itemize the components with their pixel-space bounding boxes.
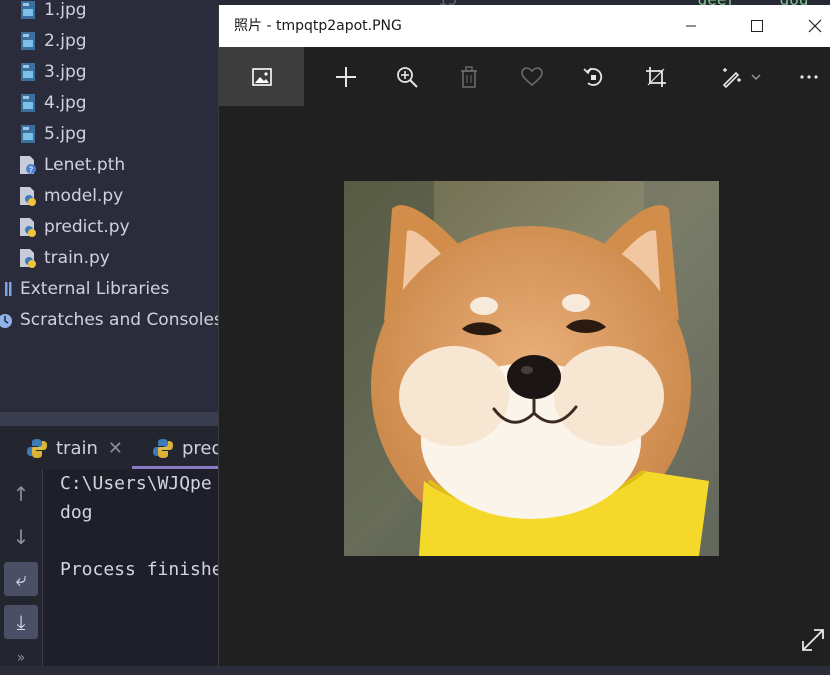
project-tree: 1.jpg 2.jpg 3.jpg 4.jpg 5.jpg ? Lenet.pt… <box>0 0 223 412</box>
fullscreen-button[interactable] <box>800 627 826 653</box>
tree-item-external-libraries[interactable]: External Libraries <box>0 275 169 303</box>
title-bar[interactable]: 照片 - tmpqtp2apot.PNG <box>219 5 830 47</box>
minimize-button[interactable] <box>663 5 719 47</box>
down-arrow-icon[interactable]: ↓ <box>4 520 38 554</box>
tree-item-scratches[interactable]: Scratches and Consoles <box>0 306 223 334</box>
scratches-icon <box>0 309 14 331</box>
tab-label: pred <box>182 437 223 459</box>
python-file-icon <box>18 185 38 207</box>
console-toolbar: ↑ ↓ ⤶ ⤓ » <box>0 469 43 666</box>
console-line: C:\Users\WJQpe <box>60 473 212 494</box>
crop-icon <box>646 66 666 87</box>
tree-item-label: 3.jpg <box>44 62 87 82</box>
tab-train[interactable]: train ✕ <box>26 426 123 470</box>
console-line: Process finishe <box>60 559 223 580</box>
rotate-button[interactable] <box>568 47 620 106</box>
tree-item-5-jpg[interactable]: 5.jpg <box>18 120 87 148</box>
image-file-icon <box>18 61 38 83</box>
tree-item-3-jpg[interactable]: 3.jpg <box>18 58 87 86</box>
chevron-down-icon <box>751 74 761 80</box>
console-line: dog <box>60 502 93 523</box>
maximize-button[interactable] <box>729 5 785 47</box>
edit-icon <box>722 67 741 88</box>
dog-photo <box>344 181 719 556</box>
image-file-icon <box>18 0 38 21</box>
plus-icon <box>336 66 356 87</box>
panel-divider[interactable] <box>0 412 218 425</box>
tree-item-label: 4.jpg <box>44 93 87 113</box>
tree-item-label: External Libraries <box>20 279 170 299</box>
heart-icon <box>521 66 543 86</box>
scroll-to-end-icon[interactable]: ⤓ <box>4 605 38 639</box>
tab-predict[interactable]: pred <box>152 426 223 470</box>
favorite-button[interactable] <box>506 47 558 106</box>
image-file-icon <box>18 92 38 114</box>
expand-icon <box>802 629 824 651</box>
python-file-icon <box>18 247 38 269</box>
zoom-in-icon <box>397 66 418 88</box>
add-button[interactable] <box>320 47 372 106</box>
tree-item-train-py[interactable]: train.py <box>18 244 110 272</box>
minimize-icon <box>686 25 696 27</box>
tree-item-predict-py[interactable]: predict.py <box>18 213 130 241</box>
python-icon <box>152 437 174 459</box>
delete-button[interactable] <box>443 47 495 106</box>
tree-item-lenet-pth[interactable]: ? Lenet.pth <box>18 151 125 179</box>
python-icon <box>26 437 48 459</box>
library-icon <box>0 278 14 300</box>
tab-label: train <box>56 437 98 459</box>
tree-item-label: model.py <box>44 186 124 206</box>
maximize-icon <box>751 20 763 32</box>
image-file-icon <box>18 30 38 52</box>
window-title: 照片 - tmpqtp2apot.PNG <box>234 18 402 34</box>
tree-item-label: 1.jpg <box>44 0 87 20</box>
svg-text:?: ? <box>29 166 34 175</box>
trash-icon <box>461 65 477 88</box>
tree-item-label: train.py <box>44 248 110 268</box>
python-file-icon <box>18 216 38 238</box>
zoom-button[interactable] <box>381 47 433 106</box>
image-icon <box>251 67 272 86</box>
more-icon <box>800 74 818 79</box>
tree-item-4-jpg[interactable]: 4.jpg <box>18 89 87 117</box>
tree-item-label: Lenet.pth <box>44 155 126 175</box>
more-icon[interactable]: » <box>4 641 38 675</box>
photos-toolbar <box>219 47 830 106</box>
tree-item-label: 2.jpg <box>44 31 87 51</box>
image-file-icon <box>18 123 38 145</box>
edit-button[interactable] <box>707 47 775 106</box>
view-image-button[interactable] <box>219 47 304 106</box>
tree-item-2-jpg[interactable]: 2.jpg <box>18 27 87 55</box>
close-icon <box>808 19 822 33</box>
up-arrow-icon[interactable]: ↑ <box>4 477 38 511</box>
run-tabs: train ✕ pred <box>0 425 223 470</box>
photos-window: 照片 - tmpqtp2apot.PNG <box>218 5 830 666</box>
more-button[interactable] <box>787 47 830 106</box>
unknown-file-icon: ? <box>18 154 38 176</box>
tree-item-label: 5.jpg <box>44 124 87 144</box>
rotate-icon <box>583 67 603 86</box>
tree-item-1-jpg[interactable]: 1.jpg <box>18 0 87 24</box>
tree-item-label: Scratches and Consoles <box>20 310 223 330</box>
tree-item-model-py[interactable]: model.py <box>18 182 123 210</box>
close-button[interactable] <box>787 5 830 47</box>
crop-button[interactable] <box>630 47 682 106</box>
close-icon[interactable]: ✕ <box>108 438 123 459</box>
console-output[interactable]: C:\Users\WJQpe dog Process finishe <box>43 469 223 666</box>
tree-item-label: predict.py <box>44 217 130 237</box>
soft-wrap-icon[interactable]: ⤶ <box>4 562 38 596</box>
